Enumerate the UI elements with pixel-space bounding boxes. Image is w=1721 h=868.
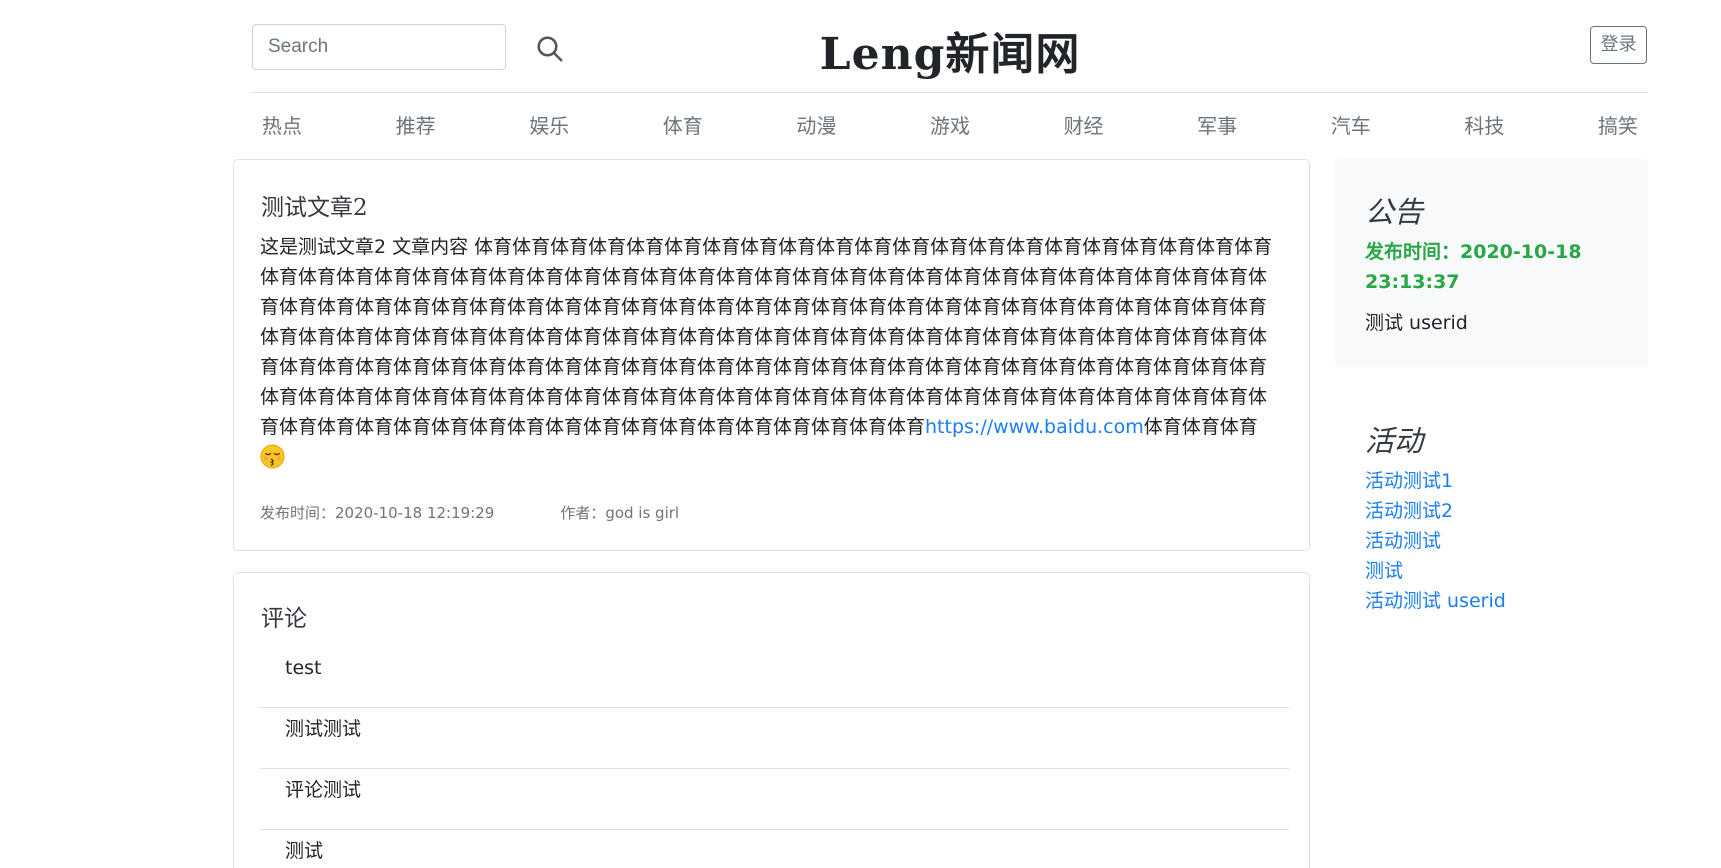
article-meta: 发布时间：2020-10-18 12:19:29 作者：god is girl (260, 502, 679, 523)
nav-item-finance[interactable]: 财经 (1054, 108, 1114, 140)
activity-link[interactable]: 活动测试1 (1365, 470, 1453, 492)
comments-title: 评论 (261, 606, 307, 632)
activity-item: 活动测试 userid (1365, 586, 1506, 616)
search-input[interactable] (252, 24, 506, 70)
nav-item-entertainment[interactable]: 娱乐 (519, 108, 579, 140)
nav-item-military[interactable]: 军事 (1187, 108, 1247, 140)
activity-item: 活动测试2 (1365, 496, 1506, 526)
category-nav: 热点 推荐 娱乐 体育 动漫 游戏 财经 军事 汽车 科技 搞笑 (252, 108, 1648, 140)
nav-item-tech[interactable]: 科技 (1454, 108, 1514, 140)
activity-link[interactable]: 测试 (1365, 560, 1403, 582)
comments-card: 评论 test 测试测试 评论测试 测试 (233, 572, 1310, 868)
notice-title: 公告 (1365, 195, 1424, 229)
search-icon[interactable] (535, 34, 565, 64)
article-body: 这是测试文章2 文章内容 体育体育体育体育体育体育体育体育体育体育体育体育体育体… (260, 232, 1275, 472)
comment-item: 测试测试 (260, 708, 1289, 769)
activity-item: 测试 (1365, 556, 1506, 586)
activity-title: 活动 (1365, 424, 1424, 458)
nav-item-games[interactable]: 游戏 (920, 108, 980, 140)
comment-item: 评论测试 (260, 769, 1289, 830)
nav-item-funny[interactable]: 搞笑 (1588, 108, 1648, 140)
article-author: 作者：god is girl (560, 504, 680, 522)
article-publish-time: 发布时间：2020-10-18 12:19:29 (260, 504, 495, 522)
login-button[interactable]: 登录 (1590, 26, 1647, 64)
article-link[interactable]: https://www.baidu.com (925, 416, 1144, 438)
article-card: 测试文章2 这是测试文章2 文章内容 体育体育体育体育体育体育体育体育体育体育体… (233, 159, 1310, 551)
header-divider (252, 92, 1648, 93)
article-tail-text: 体育体育体育 (1143, 416, 1258, 438)
comment-item: 测试 (285, 840, 324, 862)
comment-list: test 测试测试 评论测试 测试 (260, 647, 1289, 868)
nav-item-sports[interactable]: 体育 (653, 108, 713, 140)
notice-publish-time: 发布时间：2020-10-18 23:13:37 (1365, 241, 1582, 293)
article-body-text: 这是测试文章2 文章内容 体育体育体育体育体育体育体育体育体育体育体育体育体育体… (260, 236, 1273, 438)
comment-item: test (260, 647, 1289, 708)
notice-text: 测试 userid (1365, 312, 1468, 334)
activity-link[interactable]: 活动测试2 (1365, 500, 1453, 522)
activity-link[interactable]: 活动测试 (1365, 530, 1441, 552)
activity-item: 活动测试 (1365, 526, 1506, 556)
notice-panel: 公告 发布时间：2020-10-18 23:13:37 测试 userid (1335, 159, 1648, 367)
activity-list: 活动测试1 活动测试2 活动测试 测试 活动测试 userid (1365, 466, 1506, 616)
page: Leng新闻网 登录 热点 推荐 娱乐 体育 动漫 游戏 财经 军事 汽车 科技… (0, 0, 1721, 868)
activity-link[interactable]: 活动测试 userid (1365, 590, 1506, 612)
nav-item-cars[interactable]: 汽车 (1321, 108, 1381, 140)
site-title[interactable]: Leng新闻网 (700, 18, 1200, 82)
nav-item-anime[interactable]: 动漫 (786, 108, 846, 140)
kissing-face-emoji-icon (260, 444, 285, 469)
nav-item-hot[interactable]: 热点 (252, 108, 312, 140)
nav-item-recommend[interactable]: 推荐 (386, 108, 446, 140)
article-title: 测试文章2 (261, 195, 368, 221)
activity-item: 活动测试1 (1365, 466, 1506, 496)
